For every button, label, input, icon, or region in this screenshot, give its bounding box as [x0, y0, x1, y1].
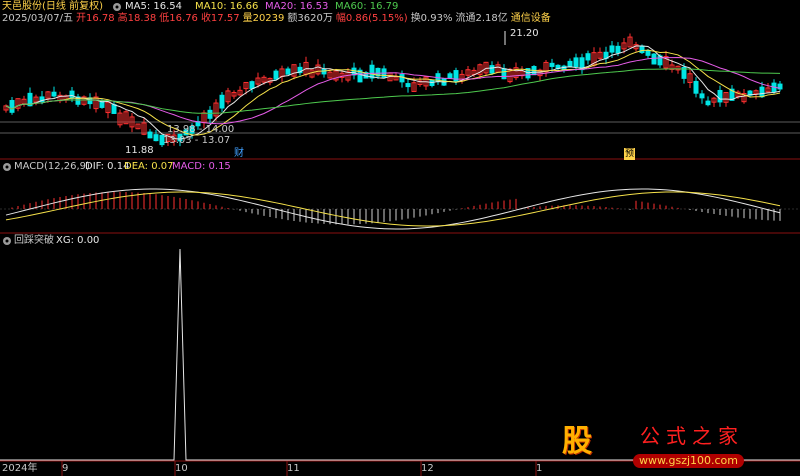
candle-body — [273, 70, 279, 80]
quote-info-7: 幅0.86(5.15%) — [335, 13, 408, 24]
timeline-month-10: 10 — [175, 463, 188, 474]
stock-chart-window: 天邑股份(日线 前复权) MA5: 16.54 MA10: 16.66 MA20… — [0, 0, 800, 476]
candle-body — [219, 94, 225, 109]
indicator-settings-icon[interactable] — [2, 235, 12, 249]
watermark-logo: 股 — [562, 424, 610, 464]
quote-info-2: 高18.38 — [117, 13, 157, 24]
timeline-month-12: 12 — [421, 463, 434, 474]
candle-body — [573, 57, 579, 68]
forecast-marker[interactable]: 预 — [624, 148, 636, 160]
quote-info-row: 2025/03/07/五 开16.78 高18.38 低16.76 收17.57 量202… — [2, 13, 554, 25]
ma20-value: MA20: 16.53 — [265, 1, 329, 12]
candle-body — [249, 81, 255, 90]
watermark-glyph: 股 — [562, 424, 592, 459]
timeline-month-1: 1 — [536, 463, 543, 474]
timeline-month-11: 11 — [287, 463, 300, 474]
quote-info-3: 低16.76 — [159, 13, 198, 24]
candle-body — [717, 89, 723, 103]
candle-body — [615, 45, 621, 54]
quote-info-1: 开16.78 — [76, 13, 115, 24]
quote-info-8: 换0.93% — [410, 13, 453, 24]
gear-icon — [3, 163, 11, 171]
candle-body — [399, 74, 405, 83]
candle-body — [759, 86, 765, 98]
macd-dea: DEA: 0.07 — [124, 161, 174, 172]
earnings-marker[interactable]: 财 — [234, 148, 244, 160]
candle-body — [693, 80, 699, 94]
candle-body — [645, 50, 651, 56]
watermark-url[interactable]: www.gszj100.com — [633, 454, 745, 468]
gear-icon — [113, 3, 121, 11]
watermark-name: 公式之家 — [640, 424, 744, 448]
macd-dif: DIF: 0.14 — [85, 161, 130, 172]
candle-body — [51, 91, 57, 97]
price-high-label: 21.20 — [510, 28, 539, 39]
candle-body — [639, 45, 645, 54]
timeline-month-9: 9 — [62, 463, 69, 474]
candle-body — [207, 109, 213, 119]
candle-body — [321, 68, 327, 75]
chart-canvas — [0, 31, 800, 476]
candle-body — [501, 68, 507, 80]
candle-body — [111, 104, 117, 114]
candle-body — [9, 100, 15, 113]
quote-info-0: 2025/03/07/五 — [2, 13, 74, 24]
quote-info-6: 额3620万 — [287, 13, 333, 24]
gear-icon — [3, 237, 11, 245]
quote-info-5: 量20239 — [242, 13, 285, 24]
ma60-value: MA60: 16.79 — [335, 1, 399, 12]
candle-body — [405, 83, 411, 88]
ma5-value: MA5: 16.54 — [125, 1, 183, 12]
candle-body — [285, 68, 291, 75]
quote-info-10: 通信设备 — [510, 13, 551, 24]
macd-title: MACD(12,26,9) — [14, 161, 90, 172]
candle-body — [147, 131, 153, 139]
candle-body — [369, 64, 375, 79]
candle-body — [567, 60, 573, 68]
candle-body — [609, 45, 615, 53]
candle-body — [87, 97, 93, 105]
candle-body — [699, 93, 705, 99]
macd-hist: MACD: 0.15 — [172, 161, 231, 172]
macd-settings-icon[interactable] — [2, 161, 12, 175]
candle-body — [705, 100, 711, 106]
candle-body — [69, 90, 75, 99]
quote-info-4: 收17.57 — [200, 13, 240, 24]
candle-body — [489, 65, 495, 74]
candle-body — [585, 53, 591, 61]
indicator-title: 回踩突破 — [14, 235, 54, 246]
timeline-year: 2024年 — [2, 463, 38, 474]
indicator-xg: XG: 0.00 — [56, 235, 100, 246]
range-label-2: 13.03 - 13.07 — [163, 135, 231, 146]
ma10-value: MA10: 16.66 — [195, 1, 259, 12]
candle-body — [447, 73, 453, 79]
candle-body — [651, 53, 657, 65]
quote-info-9: 流通2.18亿 — [455, 13, 508, 24]
candle-body — [549, 62, 555, 67]
stock-title: 天邑股份(日线 前复权) — [2, 1, 103, 12]
candle-body — [153, 134, 159, 142]
candle-body — [453, 70, 459, 83]
price-low-label: 11.88 — [125, 145, 154, 156]
